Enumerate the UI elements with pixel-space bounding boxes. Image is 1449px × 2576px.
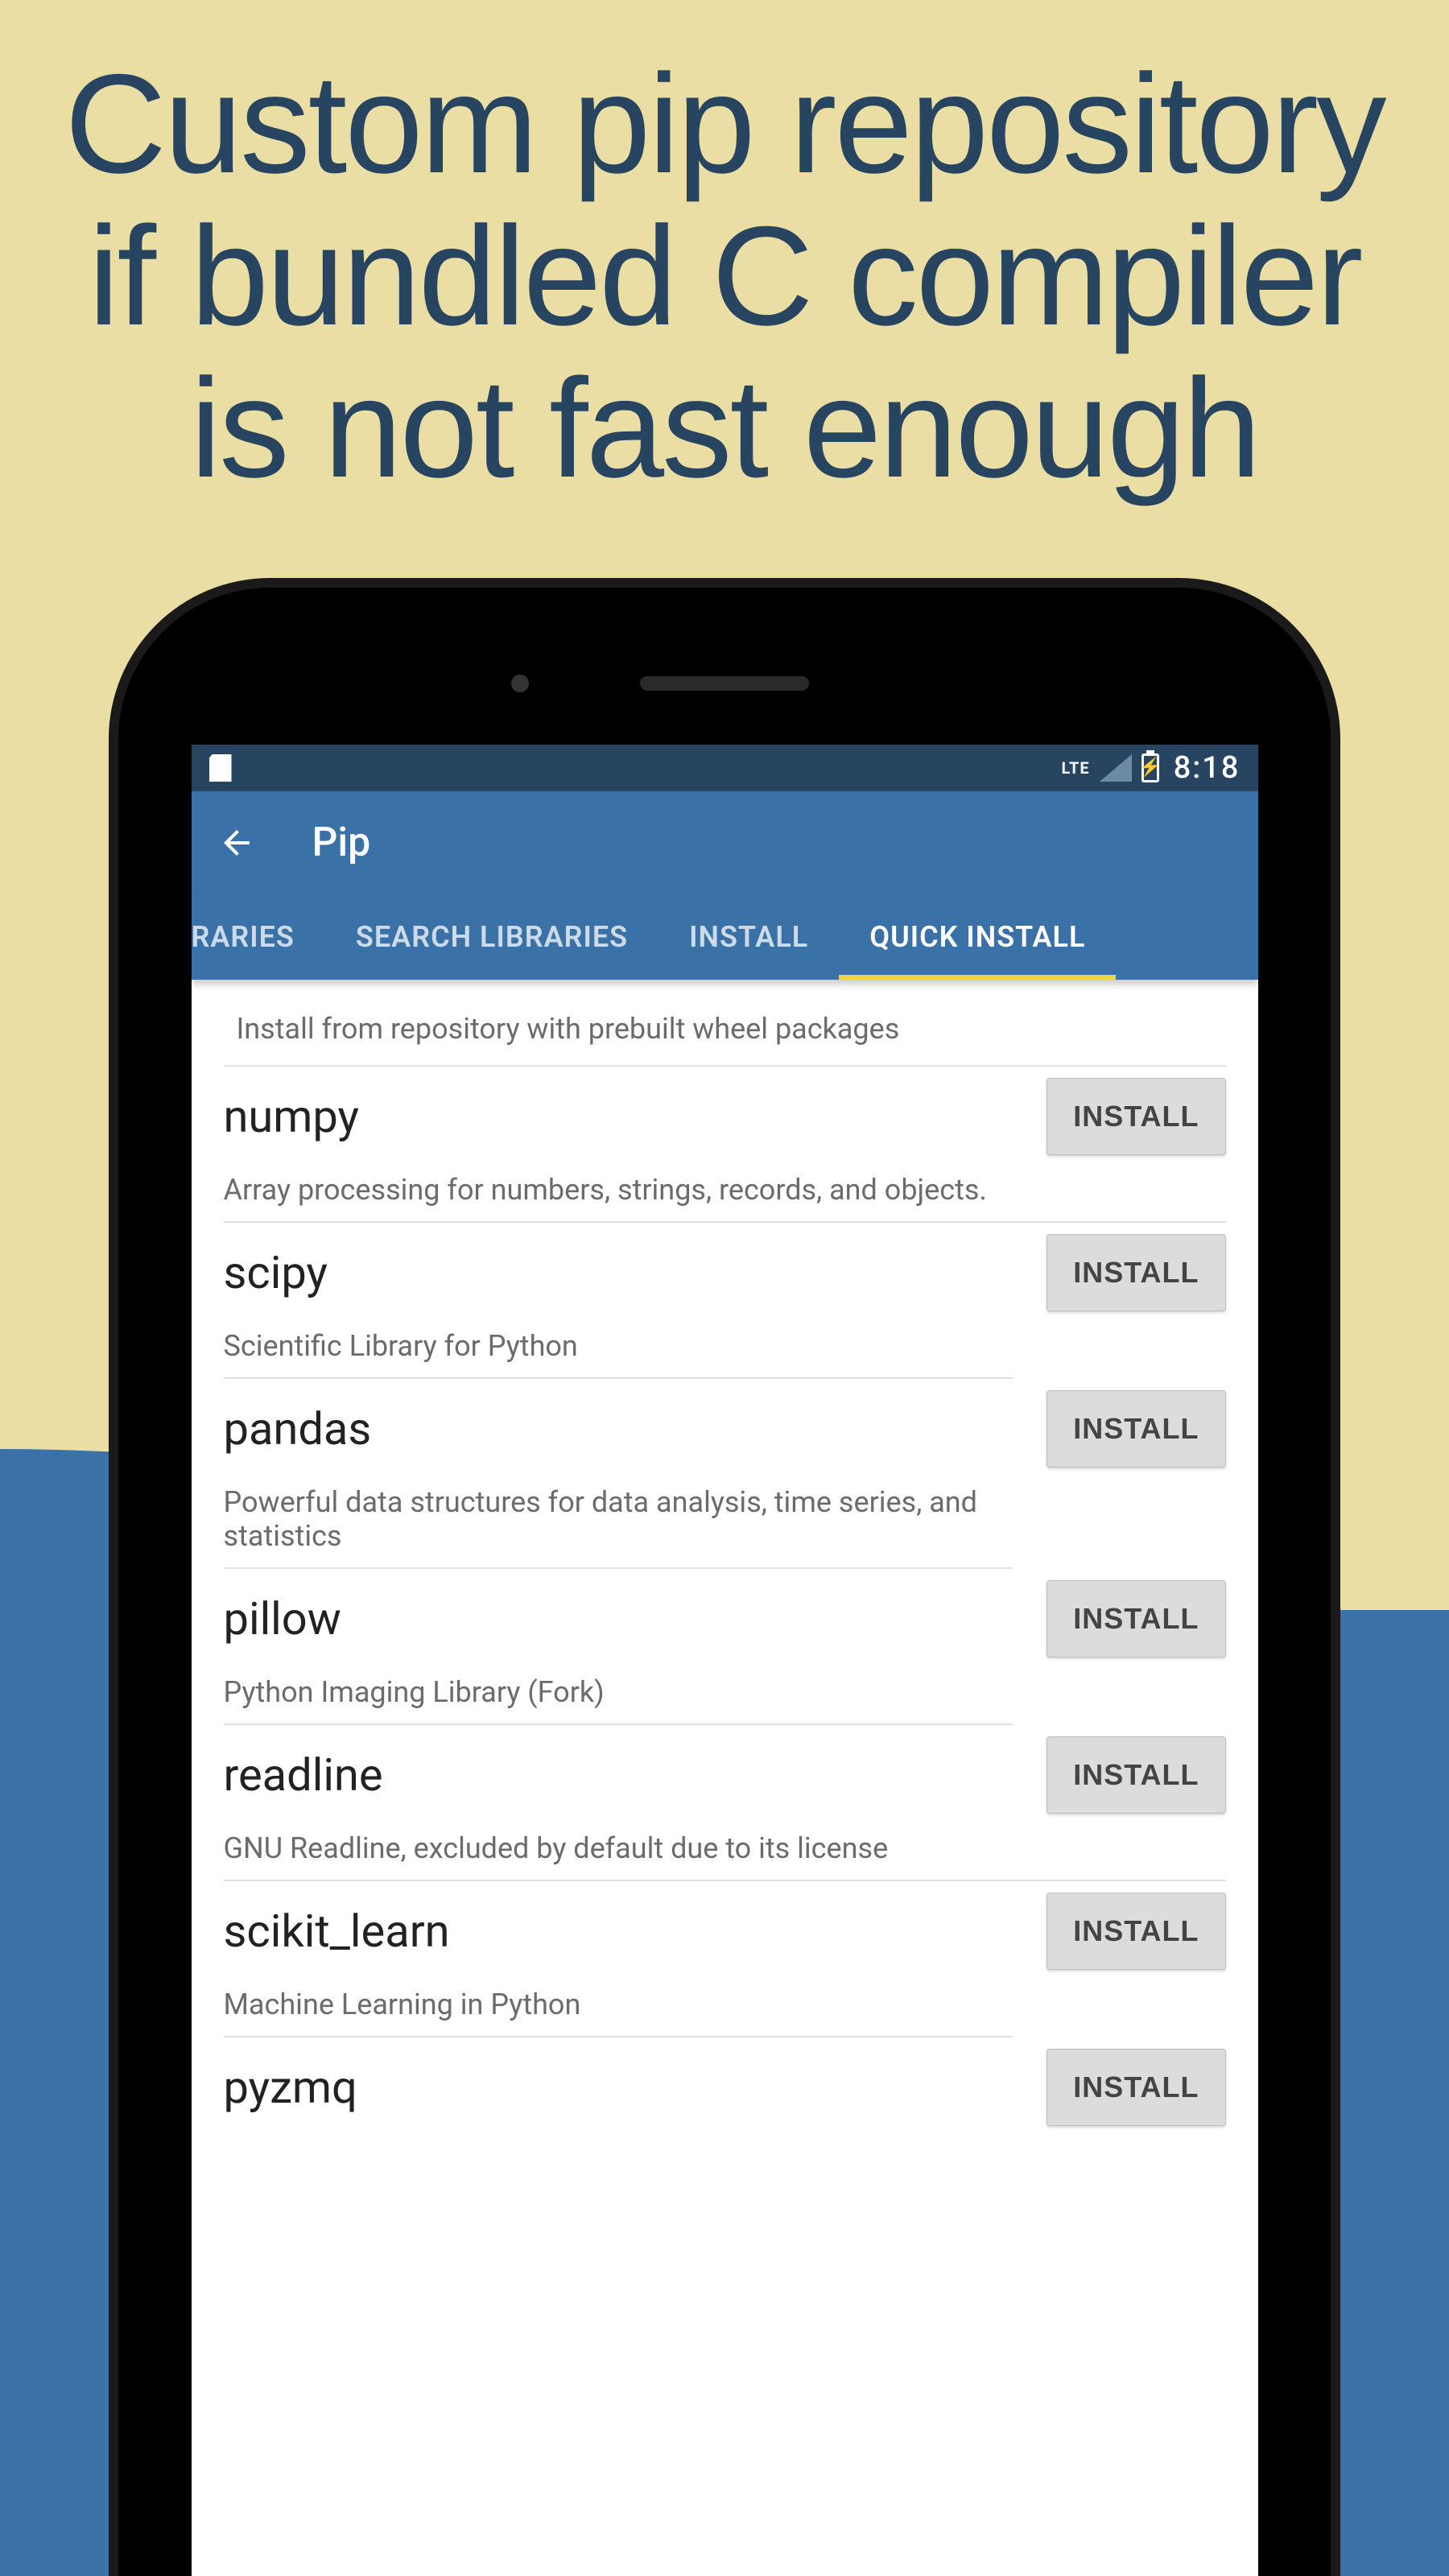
promo-line-2: if bundled C compiler — [0, 200, 1449, 353]
install-button[interactable]: INSTALL — [1046, 1893, 1225, 1970]
sd-card-icon — [209, 754, 232, 782]
app-bar: Pip — [192, 791, 1258, 894]
list-item: scipy INSTALL — [224, 1223, 1226, 1311]
promo-line-1: Custom pip repository — [0, 48, 1449, 200]
battery-icon: ⚡ — [1141, 753, 1159, 782]
intro-text: Install from repository with prebuilt wh… — [224, 1004, 1226, 1067]
page-title: Pip — [312, 819, 371, 866]
tab-quick-install[interactable]: QUICK INSTALL — [839, 894, 1116, 980]
install-button[interactable]: INSTALL — [1046, 1736, 1225, 1814]
phone-earpiece — [640, 676, 809, 691]
install-button[interactable]: INSTALL — [1046, 1078, 1225, 1155]
install-button[interactable]: INSTALL — [1046, 1234, 1225, 1311]
list-item: scikit_learn INSTALL — [224, 1881, 1226, 1970]
package-description: Machine Learning in Python — [224, 1970, 1013, 2037]
package-name: pillow — [224, 1592, 341, 1645]
install-button[interactable]: INSTALL — [1046, 2049, 1225, 2126]
tab-install[interactable]: INSTALL — [658, 894, 839, 980]
install-button[interactable]: INSTALL — [1046, 1390, 1225, 1468]
content-area: Install from repository with prebuilt wh… — [192, 980, 1258, 2126]
list-item: pandas INSTALL — [224, 1379, 1226, 1468]
tab-libraries[interactable]: RARIES — [192, 894, 325, 980]
package-name: pyzmq — [224, 2061, 357, 2114]
phone-screen: LTE ⚡ 8:18 Pip RARIES SEARCH LI — [192, 745, 1258, 2576]
package-description: Array processing for numbers, strings, r… — [224, 1155, 1226, 1223]
network-lte-icon: LTE — [1061, 758, 1089, 778]
arrow-left-icon — [217, 824, 256, 862]
promo-headline: Custom pip repository if bundled C compi… — [0, 48, 1449, 505]
phone-sensor — [511, 675, 529, 692]
list-item: numpy INSTALL — [224, 1067, 1226, 1155]
tab-bar: RARIES SEARCH LIBRARIES INSTALL QUICK IN… — [192, 894, 1258, 980]
package-description: GNU Readline, excluded by default due to… — [224, 1814, 1226, 1881]
package-name: readline — [224, 1748, 383, 1802]
signal-icon — [1100, 754, 1132, 782]
package-name: scipy — [224, 1246, 328, 1299]
back-button[interactable] — [217, 824, 256, 862]
charging-icon: ⚡ — [1139, 759, 1161, 777]
list-item: pyzmq INSTALL — [224, 2037, 1226, 2126]
package-description: Scientific Library for Python — [224, 1311, 1013, 1379]
promo-line-3: is not fast enough — [0, 353, 1449, 505]
status-bar: LTE ⚡ 8:18 — [192, 745, 1258, 791]
tab-search-libraries[interactable]: SEARCH LIBRARIES — [325, 894, 658, 980]
phone-frame: LTE ⚡ 8:18 Pip RARIES SEARCH LI — [109, 578, 1340, 2576]
list-item: readline INSTALL — [224, 1725, 1226, 1814]
package-name: numpy — [224, 1090, 360, 1143]
package-name: pandas — [224, 1402, 372, 1455]
package-description: Python Imaging Library (Fork) — [224, 1657, 1013, 1725]
package-description: Powerful data structures for data analys… — [224, 1468, 1013, 1569]
list-item: pillow INSTALL — [224, 1569, 1226, 1657]
install-button[interactable]: INSTALL — [1046, 1580, 1225, 1657]
status-time: 8:18 — [1174, 750, 1241, 786]
package-name: scikit_learn — [224, 1905, 450, 1958]
